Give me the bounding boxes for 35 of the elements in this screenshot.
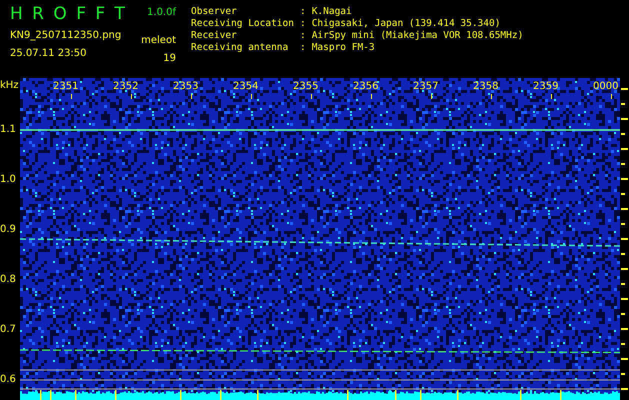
info-label: Receiving antenna xyxy=(191,42,290,54)
time-label: 0000 xyxy=(593,81,618,93)
y-axis-label: 1.1 xyxy=(0,124,16,136)
date-time: 25.07.11 23:50 xyxy=(10,47,87,60)
meteor-label: meleot xyxy=(141,34,176,47)
y-axis-label: 0.8 xyxy=(0,274,16,286)
y-axis-label: 0.9 xyxy=(0,224,16,236)
file-name: KN9_2507112350.png xyxy=(10,29,122,42)
time-label: 2354 xyxy=(233,81,260,93)
version-text: 1.0.0f xyxy=(147,7,176,19)
info-value: AirSpy mini (Miakejima VOR 108.65MHz) xyxy=(312,30,524,42)
info-separator: : xyxy=(300,6,306,18)
y-axis-label: 0.6 xyxy=(0,374,16,386)
info-value: K.Nagai xyxy=(312,6,353,18)
info-value: Maspro FM-3 xyxy=(312,42,376,54)
app-title: H R O F F T xyxy=(10,4,127,24)
info-label: Receiver xyxy=(191,30,238,42)
info-separator: : xyxy=(300,18,306,30)
meteor-count: 19 xyxy=(163,52,176,65)
time-label: 2355 xyxy=(293,81,320,93)
time-label: 2358 xyxy=(473,81,500,93)
time-label: 2352 xyxy=(113,81,140,93)
info-label: Observer xyxy=(191,6,238,18)
time-label: 2357 xyxy=(413,81,440,93)
info-value: Chigasaki, Japan (139.414 35.340) xyxy=(312,18,502,30)
y-axis-label: 1.0 xyxy=(0,174,16,186)
info-separator: : xyxy=(300,42,306,54)
y-axis-label: 0.7 xyxy=(0,324,16,336)
time-label: 2351 xyxy=(53,81,80,93)
unit-label: kHz xyxy=(0,80,19,91)
time-label: 2359 xyxy=(533,81,560,93)
info-label: Receiving Location xyxy=(191,18,294,30)
time-label: 2356 xyxy=(353,81,380,93)
time-label: 2353 xyxy=(173,81,200,93)
info-separator: : xyxy=(300,30,306,42)
